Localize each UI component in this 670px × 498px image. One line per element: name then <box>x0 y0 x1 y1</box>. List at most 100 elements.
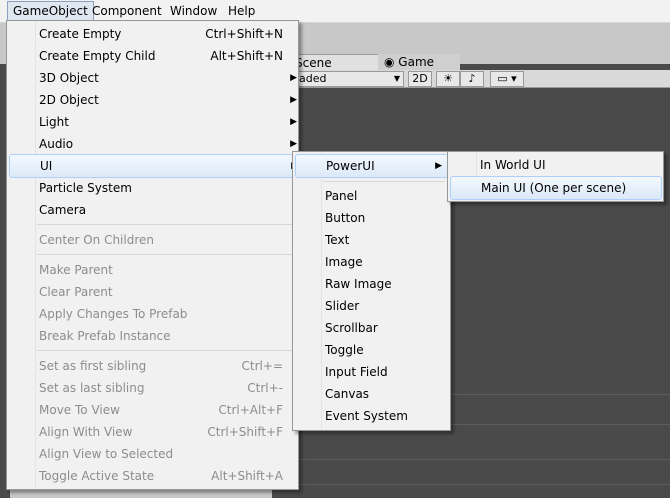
menu-item-label: Canvas <box>325 387 370 401</box>
menu-item-shortcut: Alt+Shift+A <box>211 469 283 483</box>
menu-separator <box>37 350 295 351</box>
submenu-arrow-icon: ▶ <box>435 161 442 171</box>
menu-item-powerui[interactable]: PowerUI ▶ <box>295 154 449 178</box>
menu-item-shortcut: Ctrl+Alt+F <box>218 403 283 417</box>
menu-item-in-world-ui[interactable]: In World UI <box>450 154 660 176</box>
game-icon: ◉ <box>384 55 399 69</box>
menu-item-button[interactable]: Button <box>295 207 447 229</box>
chevron-down-icon: ▼ <box>393 74 400 83</box>
menu-item-label: UI <box>40 159 53 173</box>
menu-item-set-last-sibling[interactable]: Set as last sibling Ctrl+- <box>9 377 303 399</box>
menu-item-label: Slider <box>325 299 360 313</box>
menu-item-image[interactable]: Image <box>295 251 447 273</box>
menu-item-create-empty-child[interactable]: Create Empty Child Alt+Shift+N <box>9 45 303 67</box>
gameobject-menu: Create Empty Ctrl+Shift+N Create Empty Ch… <box>6 20 305 490</box>
menu-item-label: Make Parent <box>39 263 113 277</box>
menu-window[interactable]: Window <box>165 2 222 20</box>
menu-separator <box>323 181 445 182</box>
grid-line <box>272 459 670 460</box>
menu-item-label: Camera <box>39 203 87 217</box>
menu-item-label: Particle System <box>39 181 132 195</box>
menu-item-label: Align View to Selected <box>39 447 174 461</box>
tab-label: Game <box>398 55 435 69</box>
menu-item-main-ui[interactable]: Main UI (One per scene) <box>450 176 662 200</box>
tab-game[interactable]: ◉ Game <box>378 54 460 70</box>
menu-item-break-prefab-instance[interactable]: Break Prefab Instance <box>9 325 303 347</box>
menu-item-2d-object[interactable]: 2D Object ▶ <box>9 89 303 111</box>
menu-item-label: Event System <box>325 409 408 423</box>
menu-item-event-system[interactable]: Event System <box>295 405 447 427</box>
menu-item-input-field[interactable]: Input Field <box>295 361 447 383</box>
menu-item-apply-changes-to-prefab[interactable]: Apply Changes To Prefab <box>9 303 303 325</box>
menu-item-label: Main UI (One per scene) <box>481 181 627 195</box>
menu-item-clear-parent[interactable]: Clear Parent <box>9 281 303 303</box>
menu-item-light[interactable]: Light ▶ <box>9 111 303 133</box>
menu-item-label: Button <box>325 211 366 225</box>
shading-mode-label: aded <box>299 72 327 85</box>
menu-item-canvas[interactable]: Canvas <box>295 383 447 405</box>
menu-item-label: Move To View <box>39 403 120 417</box>
menu-item-camera[interactable]: Camera <box>9 199 303 221</box>
menu-item-label: Set as first sibling <box>39 359 147 373</box>
menu-item-3d-object[interactable]: 3D Object ▶ <box>9 67 303 89</box>
menu-item-toggle[interactable]: Toggle <box>295 339 447 361</box>
menu-item-shortcut: Alt+Shift+N <box>210 49 283 63</box>
menu-item-label: PowerUI <box>326 159 375 173</box>
menu-item-text[interactable]: Text <box>295 229 447 251</box>
menu-item-shortcut: Ctrl+= <box>241 359 283 373</box>
mode-2d-button[interactable]: 2D <box>408 71 432 87</box>
menu-item-label: Apply Changes To Prefab <box>39 307 188 321</box>
menu-item-label: Audio <box>39 137 74 151</box>
menu-separator <box>37 224 295 225</box>
menu-item-toggle-active-state[interactable]: Toggle Active State Alt+Shift+A <box>9 465 303 487</box>
menu-item-center-on-children[interactable]: Center On Children <box>9 229 303 251</box>
effects-dropdown-icon[interactable]: ▭ ▾ <box>490 71 524 87</box>
submenu-arrow-icon: ▶ <box>290 95 297 105</box>
menu-item-align-view-to-selected[interactable]: Align View to Selected <box>9 443 303 465</box>
menu-item-label: Set as last sibling <box>39 381 145 395</box>
menu-item-make-parent[interactable]: Make Parent <box>9 259 303 281</box>
mode-2d-label: 2D <box>412 72 428 85</box>
menu-gameobject[interactable]: GameObject <box>7 1 94 21</box>
menu-item-label: Create Empty <box>39 27 122 41</box>
menu-item-label: Input Field <box>325 365 388 379</box>
menu-item-particle-system[interactable]: Particle System <box>9 177 303 199</box>
menu-help[interactable]: Help <box>223 2 260 20</box>
menu-item-slider[interactable]: Slider <box>295 295 447 317</box>
menu-item-label: Panel <box>325 189 358 203</box>
menu-item-label: In World UI <box>480 158 546 172</box>
menu-item-set-first-sibling[interactable]: Set as first sibling Ctrl+= <box>9 355 303 377</box>
menu-item-label: Text <box>325 233 350 247</box>
menu-item-label: Toggle Active State <box>39 469 155 483</box>
grid-line <box>272 484 670 485</box>
menu-item-shortcut: Ctrl+Shift+N <box>205 27 283 41</box>
menu-item-label: Center On Children <box>39 233 154 247</box>
menu-item-label: Image <box>325 255 363 269</box>
submenu-arrow-icon: ▶ <box>290 73 297 83</box>
menu-item-audio[interactable]: Audio ▶ <box>9 133 303 155</box>
menu-item-raw-image[interactable]: Raw Image <box>295 273 447 295</box>
menu-item-label: Toggle <box>325 343 364 357</box>
lighting-toggle-icon[interactable]: ☀ <box>436 71 460 87</box>
menu-item-label: Create Empty Child <box>39 49 156 63</box>
scene-toolbar: aded ▼ 2D ☀ ♪ ▭ ▾ <box>290 70 670 88</box>
menu-item-ui[interactable]: UI▶ <box>9 154 305 178</box>
submenu-arrow-icon: ▶ <box>290 117 297 127</box>
menu-item-panel[interactable]: Panel <box>295 185 447 207</box>
menu-item-label: 3D Object <box>39 71 99 85</box>
menu-item-shortcut: Ctrl+- <box>247 381 283 395</box>
powerui-submenu: In World UI Main UI (One per scene) <box>447 151 664 202</box>
menu-item-create-empty[interactable]: Create Empty Ctrl+Shift+N <box>9 23 303 45</box>
menu-item-move-to-view[interactable]: Move To View Ctrl+Alt+F <box>9 399 303 421</box>
menu-item-label: Break Prefab Instance <box>39 329 171 343</box>
ui-submenu: PowerUI ▶ Panel Button Text Image Raw Ima… <box>292 151 451 431</box>
shading-mode-dropdown[interactable]: aded ▼ <box>294 71 404 87</box>
menu-item-label: Light <box>39 115 69 129</box>
menu-separator <box>37 254 295 255</box>
menu-item-label: Align With View <box>39 425 133 439</box>
menu-item-label: 2D Object <box>39 93 99 107</box>
menu-item-align-with-view[interactable]: Align With View Ctrl+Shift+F <box>9 421 303 443</box>
menu-item-scrollbar[interactable]: Scrollbar <box>295 317 447 339</box>
menu-component[interactable]: Component <box>87 2 167 20</box>
audio-toggle-icon[interactable]: ♪ <box>460 71 484 87</box>
